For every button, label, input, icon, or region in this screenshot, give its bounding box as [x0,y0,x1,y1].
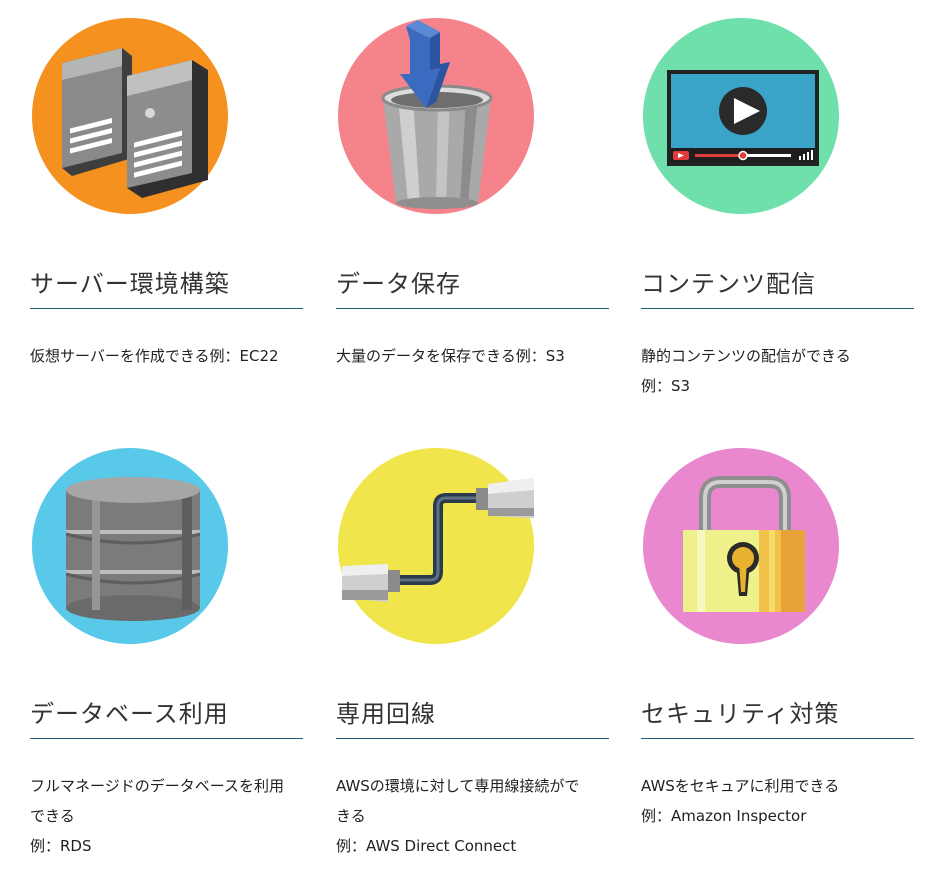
feature-title: コンテンツ配信 [641,270,816,298]
feature-description: AWSをセキュアに利用できる 例：Amazon Inspector [641,777,840,825]
cable-icon [338,448,534,644]
padlock-icon [643,448,839,644]
title-divider [30,738,303,739]
title-divider [336,308,609,309]
bucket-icon [338,18,534,214]
title-divider [336,738,609,739]
feature-title: セキュリティ対策 [641,700,840,728]
title-divider [30,308,303,309]
feature-description: フルマネージドのデータベースを利用 できる 例：RDS [30,777,284,855]
feature-description: AWSの環境に対して専用線接続がで きる 例：AWS Direct Connec… [336,777,580,855]
server-icon [32,18,228,214]
feature-description: 大量のデータを保存できる例：S3 [336,347,565,365]
feature-title: データベース利用 [30,700,229,728]
feature-title: サーバー環境構築 [30,270,230,298]
video-player-icon [643,18,839,214]
feature-title: 専用回線 [336,700,436,728]
feature-description: 静的コンテンツの配信ができる 例：S3 [641,347,851,395]
feature-title: データ保存 [336,270,461,298]
title-divider [641,738,914,739]
database-icon [32,448,228,644]
feature-description: 仮想サーバーを作成できる例：EC22 [30,347,279,365]
title-divider [641,308,914,309]
